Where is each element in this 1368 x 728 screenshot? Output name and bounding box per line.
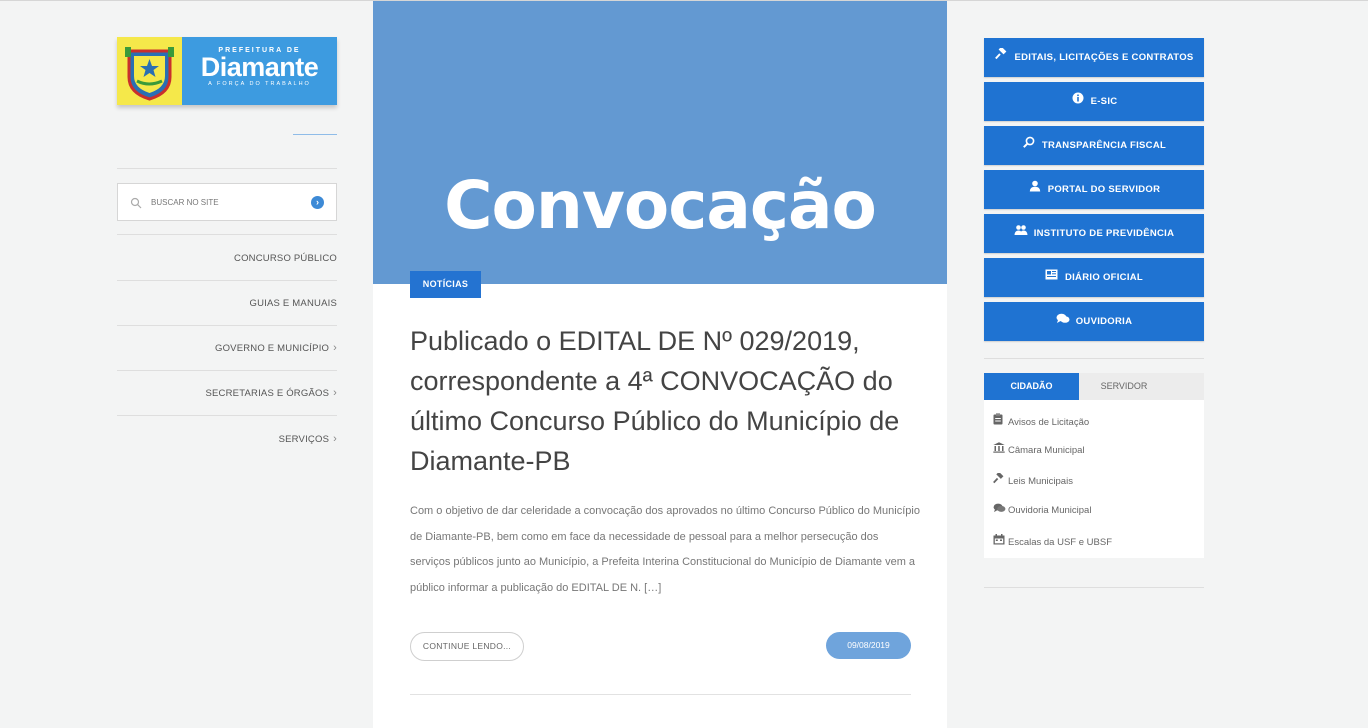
newspaper-icon [1045,258,1059,297]
button-label: E-SIC [1090,96,1118,107]
menu-item-label: SECRETARIAS E ÓRGÃOS [205,388,330,399]
menu-item-guias[interactable]: GUIAS E MANUAIS [117,298,337,309]
category-badge[interactable]: NOTÍCIAS [410,271,481,298]
tab-servidor[interactable]: SERVIDOR [1079,373,1169,400]
divider [984,587,1204,588]
tab-panel-cidadao: Avisos de Licitação Câmara Municipal Lei… [984,400,1204,558]
editais-button[interactable]: EDITAIS, LICITAÇÕES E CONTRATOS [984,38,1204,77]
chevron-right-icon: › [333,433,337,445]
logo-wordmark: PREFEITURA DE Diamante A FORÇA DO TRABAL… [182,37,337,105]
divider [984,358,1204,359]
divider [117,280,337,281]
hero-text: Convocação [444,167,877,244]
divider [117,415,337,416]
portal-servidor-button[interactable]: PORTAL DO SERVIDOR [984,170,1204,209]
link-label: Leis Municipais [1008,476,1073,487]
menu-item-secretarias[interactable]: SECRETARIAS E ÓRGÃOS › [117,387,337,399]
menu-item-label: SERVIÇOS [278,434,330,445]
button-label: INSTITUTO DE PREVIDÊNCIA [1033,228,1175,239]
divider [117,325,337,326]
post-hero-image[interactable]: Convocação [373,1,947,284]
diario-oficial-button[interactable]: DIÁRIO OFICIAL [984,258,1204,297]
chevron-right-icon: › [333,342,337,354]
link-avisos-licitacao[interactable]: Avisos de Licitação [993,413,1089,428]
button-label: TRANSPARÊNCIA FISCAL [1041,140,1167,151]
link-label: Câmara Municipal [1008,445,1085,456]
menu-item-label: GOVERNO E MUNICÍPIO [215,343,330,354]
comments-icon [1056,302,1070,341]
logo-name: Diamante [200,52,319,82]
search-icon [1022,126,1036,165]
continue-reading-button[interactable]: CONTINUE LENDO... [410,632,524,661]
clipboard-icon [993,413,1008,428]
transparencia-button[interactable]: TRANSPARÊNCIA FISCAL [984,126,1204,165]
button-label: PORTAL DO SERVIDOR [1047,184,1161,195]
accent-line [293,134,337,135]
esic-button[interactable]: E-SIC [984,82,1204,121]
menu-item-servicos[interactable]: SERVIÇOS › [117,433,337,445]
gavel-icon [993,471,1008,487]
users-icon [1014,214,1028,253]
divider [117,234,337,235]
link-leis-municipais[interactable]: Leis Municipais [993,471,1073,487]
previdencia-button[interactable]: INSTITUTO DE PREVIDÊNCIA [984,214,1204,253]
chevron-right-icon: › [333,387,337,399]
user-icon [1028,170,1042,209]
search-submit-icon[interactable]: › [311,196,324,209]
post-card: Convocação NOTÍCIAS Publicado o EDITAL D… [373,1,947,728]
divider [410,694,911,695]
button-label: OUVIDORIA [1075,316,1133,327]
left-sidebar: PREFEITURA DE Diamante A FORÇA DO TRABAL… [117,37,337,445]
menu-item-concurso[interactable]: CONCURSO PÚBLICO [117,253,337,264]
tab-cidadao[interactable]: CIDADÃO [984,373,1079,400]
search-input[interactable] [151,194,301,210]
divider [117,168,337,169]
site-logo[interactable]: PREFEITURA DE Diamante A FORÇA DO TRABAL… [117,37,337,105]
post-title[interactable]: Publicado o EDITAL DE Nº 029/2019, corre… [410,321,910,481]
link-label: Escalas da USF e UBSF [1008,537,1113,548]
menu-item-label: CONCURSO PÚBLICO [234,253,337,264]
link-escalas-usf[interactable]: Escalas da USF e UBSF [993,534,1112,548]
button-label: DIÁRIO OFICIAL [1064,272,1144,283]
gavel-icon [994,38,1008,77]
button-label: EDITAIS, LICITAÇÕES E CONTRATOS [1014,52,1194,63]
menu-item-label: GUIAS E MANUAIS [249,298,337,309]
comments-icon [993,503,1008,516]
calendar-icon [993,534,1008,548]
tab-bar: CIDADÃO SERVIDOR [984,373,1204,400]
post-date: 09/08/2019 [826,632,911,659]
post-excerpt: Com o objetivo de dar celeridade a convo… [410,505,920,594]
info-icon [1071,82,1085,121]
crest-icon [117,37,182,105]
bank-icon [993,442,1008,456]
link-ouvidoria-municipal[interactable]: Ouvidoria Municipal [993,503,1091,516]
search-box[interactable]: › [117,183,337,221]
search-icon [130,196,142,214]
link-label: Avisos de Licitação [1008,417,1090,428]
divider [117,370,337,371]
menu-item-governo[interactable]: GOVERNO E MUNICÍPIO › [117,342,337,354]
link-camara-municipal[interactable]: Câmara Municipal [993,442,1085,456]
ouvidoria-button[interactable]: OUVIDORIA [984,302,1204,341]
link-label: Ouvidoria Municipal [1008,505,1092,516]
